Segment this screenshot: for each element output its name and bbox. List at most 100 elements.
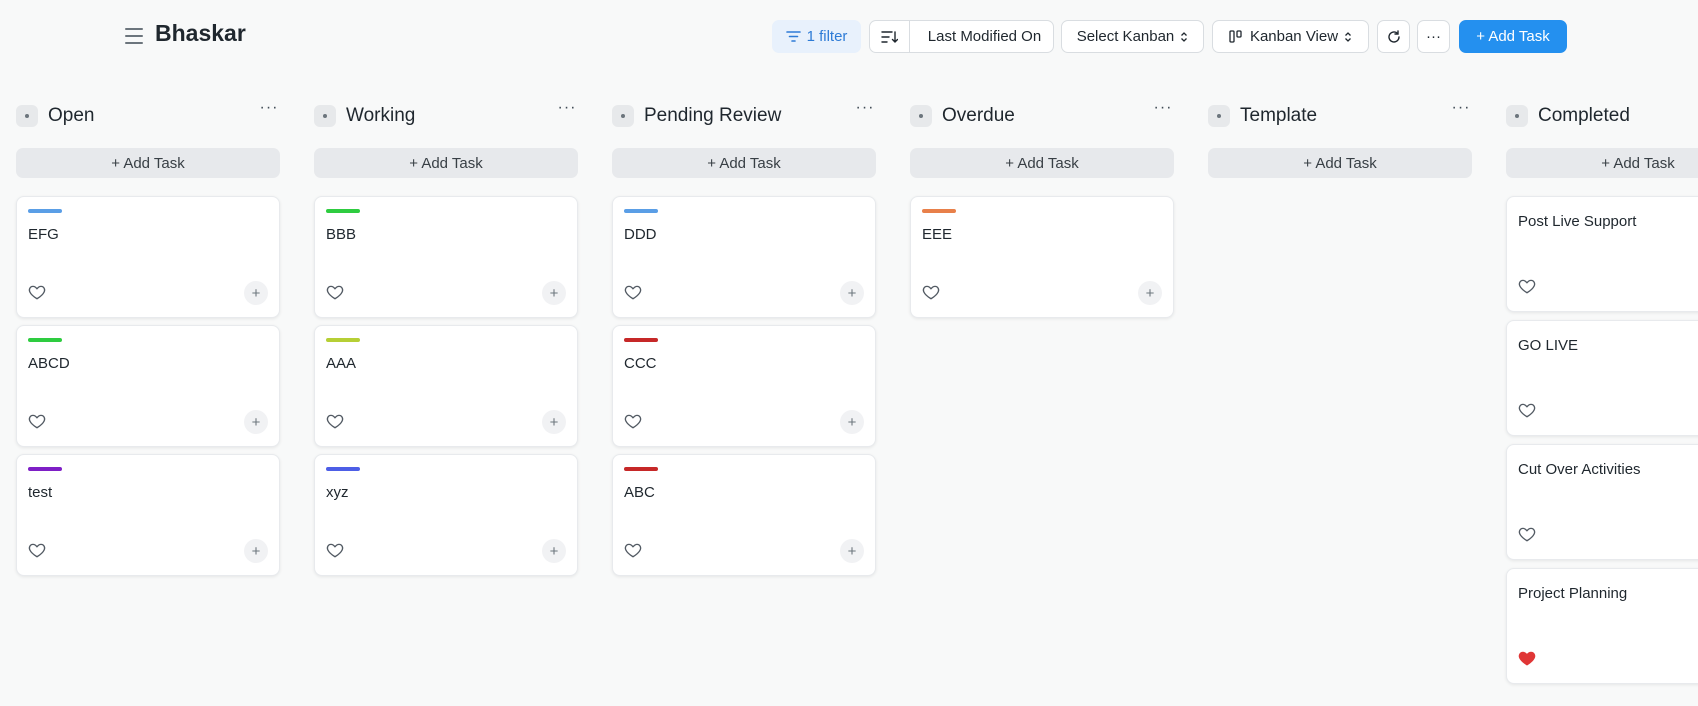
refresh-button[interactable]: [1377, 20, 1410, 53]
task-card[interactable]: GO LIVE: [1506, 320, 1698, 436]
column-menu-icon[interactable]: ···: [854, 100, 876, 122]
task-card[interactable]: BBB +: [314, 196, 578, 318]
plus-icon: +: [1145, 284, 1155, 302]
heart-icon[interactable]: [326, 541, 344, 559]
plus-icon: +: [251, 413, 261, 431]
plus-icon: +: [251, 542, 261, 560]
column-add-task-button[interactable]: + Add Task: [16, 148, 280, 178]
task-card[interactable]: EEE +: [910, 196, 1174, 318]
column-menu-icon[interactable]: ···: [258, 100, 280, 122]
add-subtask-button[interactable]: +: [244, 410, 268, 434]
more-options-button[interactable]: ···: [1417, 20, 1450, 53]
column-indicator-icon[interactable]: [1506, 105, 1528, 127]
card-color-tag: [922, 209, 956, 213]
column-menu-icon[interactable]: ···: [1152, 100, 1174, 122]
add-subtask-button[interactable]: +: [840, 410, 864, 434]
add-subtask-button[interactable]: +: [840, 281, 864, 305]
card-title: test: [28, 484, 53, 501]
column-menu-icon[interactable]: ···: [1450, 100, 1472, 122]
plus-icon: +: [847, 542, 857, 560]
column-title: Pending Review: [644, 105, 782, 126]
task-card[interactable]: AAA +: [314, 325, 578, 447]
filter-button[interactable]: 1 filter: [772, 20, 861, 53]
page-header: Bhaskar 1 filter Last Modified On Select…: [0, 0, 1698, 72]
heart-icon[interactable]: [326, 283, 344, 301]
column-title: Completed: [1538, 105, 1630, 126]
task-card[interactable]: DDD +: [612, 196, 876, 318]
kanban-column: Template ··· + Add Task: [1208, 96, 1472, 178]
column-header: Completed···: [1506, 96, 1698, 136]
column-indicator-icon[interactable]: [612, 105, 634, 127]
add-subtask-button[interactable]: +: [244, 539, 268, 563]
view-switcher-dropdown[interactable]: Kanban View: [1212, 20, 1369, 53]
card-color-tag: [624, 467, 658, 471]
heart-icon[interactable]: [624, 412, 642, 430]
column-add-task-button[interactable]: + Add Task: [1208, 148, 1472, 178]
task-card[interactable]: test +: [16, 454, 280, 576]
sort-control: Last Modified On: [869, 20, 1054, 53]
task-card[interactable]: Post Live Support: [1506, 196, 1698, 312]
column-menu-icon[interactable]: ···: [556, 100, 578, 122]
task-card[interactable]: xyz +: [314, 454, 578, 576]
add-subtask-button[interactable]: +: [840, 539, 864, 563]
plus-icon: +: [251, 284, 261, 302]
heart-icon[interactable]: [624, 283, 642, 301]
card-title: xyz: [326, 484, 349, 501]
add-task-button[interactable]: + Add Task: [1459, 20, 1567, 53]
plus-icon: +: [549, 542, 559, 560]
add-subtask-button[interactable]: +: [542, 539, 566, 563]
card-color-tag: [326, 338, 360, 342]
sort-direction-button[interactable]: [870, 21, 910, 52]
card-title: BBB: [326, 226, 357, 243]
column-indicator-icon[interactable]: [16, 105, 38, 127]
heart-icon[interactable]: [922, 283, 940, 301]
card-color-tag: [28, 338, 62, 342]
card-color-tag: [624, 209, 658, 213]
task-card[interactable]: EFG +: [16, 196, 280, 318]
column-indicator-icon[interactable]: [314, 105, 336, 127]
filter-icon: [785, 31, 801, 42]
view-label: Kanban View: [1249, 28, 1339, 45]
add-subtask-button[interactable]: +: [244, 281, 268, 305]
card-title: Post Live Support: [1518, 213, 1637, 230]
card-title: DDD: [624, 226, 657, 243]
heart-icon[interactable]: [1518, 525, 1536, 543]
heart-icon[interactable]: [624, 541, 642, 559]
plus-icon: +: [847, 413, 857, 431]
menu-icon[interactable]: [125, 28, 143, 44]
task-card[interactable]: ABCD +: [16, 325, 280, 447]
column-add-task-button[interactable]: + Add Task: [314, 148, 578, 178]
heart-icon[interactable]: [326, 412, 344, 430]
heart-icon[interactable]: [28, 412, 46, 430]
heart-filled-icon[interactable]: [1518, 649, 1536, 667]
column-indicator-icon[interactable]: [910, 105, 932, 127]
add-subtask-button[interactable]: +: [542, 281, 566, 305]
card-color-tag: [326, 209, 360, 213]
column-add-task-button[interactable]: + Add Task: [910, 148, 1174, 178]
heart-icon[interactable]: [28, 541, 46, 559]
task-card[interactable]: Project Planning: [1506, 568, 1698, 684]
task-card[interactable]: CCC +: [612, 325, 876, 447]
select-kanban-label: Select Kanban: [1076, 28, 1175, 45]
heart-icon[interactable]: [28, 283, 46, 301]
column-header: Template ···: [1208, 96, 1472, 136]
card-title: Project Planning: [1518, 585, 1628, 602]
add-subtask-button[interactable]: +: [542, 410, 566, 434]
page-title: Bhaskar: [155, 20, 246, 46]
heart-icon[interactable]: [1518, 277, 1536, 295]
kanban-column: Working ··· + Add Task BBB + AAA + xyz +: [314, 96, 578, 576]
task-card[interactable]: ABC +: [612, 454, 876, 576]
plus-icon: +: [847, 284, 857, 302]
task-card[interactable]: Cut Over Activities: [1506, 444, 1698, 560]
column-indicator-icon[interactable]: [1208, 105, 1230, 127]
card-title: AAA: [326, 355, 357, 372]
add-subtask-button[interactable]: +: [1138, 281, 1162, 305]
column-add-task-button[interactable]: + Add Task: [1506, 148, 1698, 178]
card-title: GO LIVE: [1518, 337, 1579, 354]
column-header: Overdue ···: [910, 96, 1174, 136]
sort-field-button[interactable]: Last Modified On: [916, 28, 1053, 45]
select-kanban-dropdown[interactable]: Select Kanban: [1061, 20, 1204, 53]
heart-icon[interactable]: [1518, 401, 1536, 419]
card-title: ABC: [624, 484, 655, 501]
column-add-task-button[interactable]: + Add Task: [612, 148, 876, 178]
